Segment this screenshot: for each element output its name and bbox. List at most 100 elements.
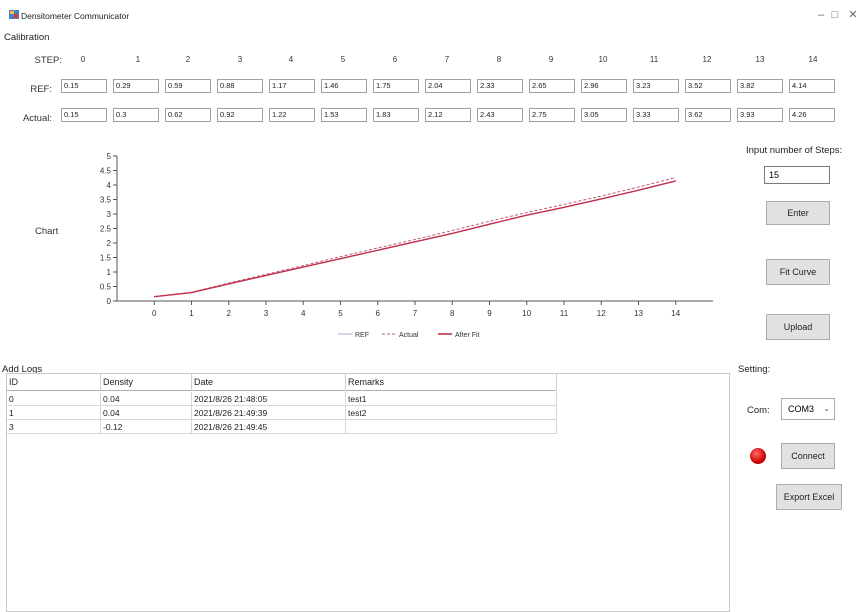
actual-value-field[interactable]: 3.33 [633,108,679,122]
log-remarks-cell[interactable]: test2 [346,406,557,420]
actual-value-field[interactable]: 2.75 [529,108,575,122]
ref-value-field[interactable]: 3.23 [633,79,679,93]
chart-label: Chart [35,226,59,237]
setting-section-label: Setting: [738,364,771,375]
column-header-density[interactable]: Density [101,374,192,391]
calibration-section-label: Calibration [4,32,50,43]
legend-label: Actual [399,332,419,339]
ref-value-field[interactable]: 3.82 [737,79,783,93]
y-tick-label: 2.5 [100,225,112,234]
y-tick-label: 0 [107,297,112,306]
actual-value-field[interactable]: 0.62 [165,108,211,122]
actual-value-field[interactable]: 1.83 [373,108,419,122]
chart-panel: 0 1 2 3 4 5 6 7 8 9 10 11 12 13 14 0 0.5 1 1.5 2 2.5 3 3.5 4 4.5… [61,142,735,352]
ref-value-field[interactable]: 0.59 [165,79,211,93]
x-tick-label: 11 [560,309,569,318]
column-header-id[interactable]: ID [7,374,101,391]
y-tick-label: 3 [107,210,112,219]
line-chart: 0 1 2 3 4 5 6 7 8 9 10 11 12 13 1400.511.522.533.544.5… [100,152,713,339]
x-tick-label: 12 [597,309,606,318]
step-number: 4 [288,55,294,64]
x-tick-label: 4 [301,309,306,318]
ref-value-field[interactable]: 2.04 [425,79,471,93]
actual-value-field[interactable]: 3.93 [737,108,783,122]
export-excel-button[interactable]: Export Excel [776,484,842,510]
log-remarks-cell[interactable]: test1 [346,392,557,406]
table-row[interactable]: 0 0.04 2021/8/26 21:48:05 test1 [7,392,557,406]
ref-value-field[interactable]: 2.96 [581,79,627,93]
series-line-after-fit [154,180,676,298]
ref-value-field[interactable]: 1.17 [269,79,315,93]
legend-label: After Fit [455,332,480,339]
log-date-cell[interactable]: 2021/8/26 21:48:05 [192,392,346,406]
x-tick-label: 10 [522,309,531,318]
step-number: 6 [392,55,398,64]
log-id-cell[interactable]: 3 [7,420,101,434]
ref-value-field[interactable]: 1.46 [321,79,367,93]
log-density-cell[interactable]: 0.04 [101,392,192,406]
x-tick-label: 8 [450,309,455,318]
actual-value-field[interactable]: 1.53 [321,108,367,122]
actual-value-field[interactable]: 0.3 [113,108,159,122]
step-number: 7 [444,55,450,64]
steps-input[interactable] [764,166,830,184]
series-line-actual [154,176,676,298]
upload-button[interactable]: Upload [766,314,830,340]
step-number: 14 [808,55,818,64]
com-label: Com: [747,405,770,416]
step-number: 9 [548,55,554,64]
actual-value-field[interactable]: 3.05 [581,108,627,122]
table-row[interactable]: 1 0.04 2021/8/26 21:49:39 test2 [7,406,557,420]
y-tick-label: 1.5 [100,254,112,263]
close-icon[interactable]: ✕ [839,5,862,25]
actual-value-field[interactable]: 4.26 [789,108,835,122]
x-tick-label: 3 [264,309,269,318]
ref-value-field[interactable]: 1.75 [373,79,419,93]
app-icon [9,10,19,19]
ref-value-field[interactable]: 2.65 [529,79,575,93]
actual-value-field[interactable]: 0.92 [217,108,263,122]
actual-value-field[interactable]: 1.22 [269,108,315,122]
y-tick-label: 4.5 [100,167,112,176]
column-header-date[interactable]: Date [192,374,346,391]
actual-value-field[interactable]: 2.43 [477,108,523,122]
com-port-select[interactable]: COM3 ⌄ [781,398,835,420]
ref-row-label: REF: [30,84,52,95]
logs-table-header: ID Density Date Remarks [7,374,557,391]
step-number: 13 [755,55,765,64]
x-tick-label: 1 [189,309,194,318]
x-tick-label: 13 [634,309,643,318]
column-header-remarks[interactable]: Remarks [346,374,557,391]
ref-value-field[interactable]: 0.88 [217,79,263,93]
y-tick-label: 2 [107,239,112,248]
actual-value-field[interactable]: 0.15 [61,108,107,122]
logs-table[interactable]: ID Density Date Remarks 0 0.04 2021/8/26 2… [6,373,730,612]
y-tick-label: 4 [107,181,112,190]
actual-value-field[interactable]: 3.62 [685,108,731,122]
actual-value-field[interactable]: 2.12 [425,108,471,122]
ref-value-field[interactable]: 4.14 [789,79,835,93]
ref-value-field[interactable]: 0.15 [61,79,107,93]
enter-button[interactable]: Enter [766,201,830,225]
log-remarks-cell[interactable] [346,420,557,434]
connect-button[interactable]: Connect [781,443,835,469]
step-number: 12 [702,55,712,64]
log-density-cell[interactable]: -0.12 [101,420,192,434]
log-date-cell[interactable]: 2021/8/26 21:49:45 [192,420,346,434]
window-title: Densitometer Communicator [21,11,130,21]
ref-value-field[interactable]: 2.33 [477,79,523,93]
log-density-cell[interactable]: 0.04 [101,406,192,420]
step-number: 1 [135,55,141,64]
ref-value-field[interactable]: 3.52 [685,79,731,93]
log-id-cell[interactable]: 0 [7,392,101,406]
y-tick-label: 0.5 [100,283,112,292]
ref-value-field[interactable]: 0.29 [113,79,159,93]
log-date-cell[interactable]: 2021/8/26 21:49:39 [192,406,346,420]
table-row[interactable]: 3 -0.12 2021/8/26 21:49:45 [7,420,557,434]
y-tick-label: 3.5 [100,196,112,205]
fit-curve-button[interactable]: Fit Curve [766,259,830,285]
log-id-cell[interactable]: 1 [7,406,101,420]
steps-input-label: Input number of Steps: [746,145,843,156]
step-number: 2 [185,55,191,64]
step-number: 8 [496,55,502,64]
